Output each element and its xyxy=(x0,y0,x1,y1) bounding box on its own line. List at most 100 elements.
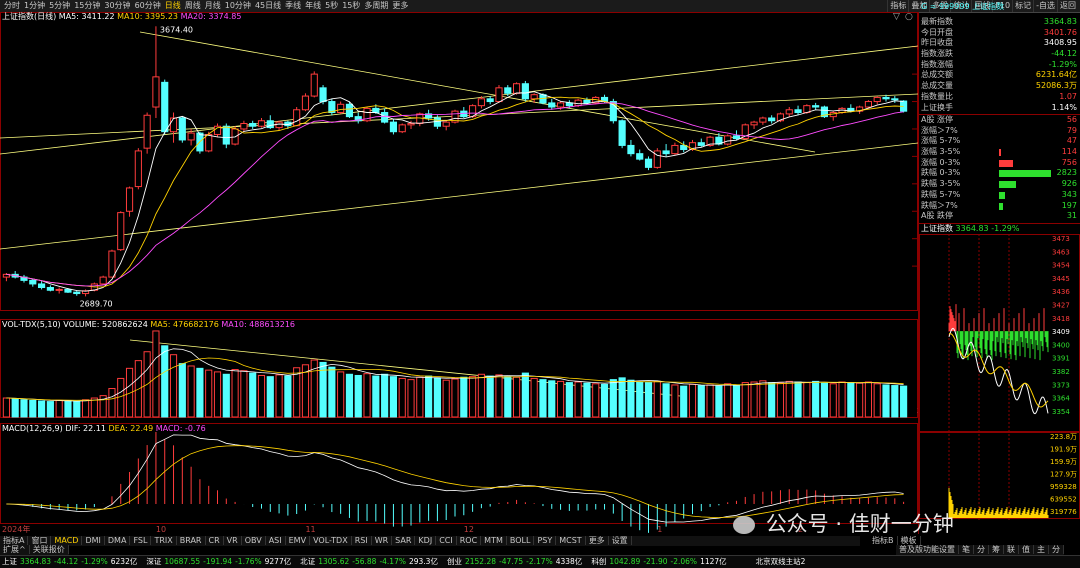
indicator-tab[interactable]: VR xyxy=(224,536,242,545)
candle xyxy=(671,142,679,156)
toolbar-button[interactable]: -自选 xyxy=(1033,0,1057,12)
extra-tab[interactable]: 扩展^ xyxy=(0,545,30,554)
indicator-tab[interactable]: TRIX xyxy=(151,536,177,545)
indicator-tab[interactable]: MTM xyxy=(481,536,507,545)
x-axis-label: 12 xyxy=(464,525,474,534)
indicator-tab[interactable]: 设置 xyxy=(609,536,632,545)
status-field: 北证 xyxy=(300,557,316,566)
period-tab[interactable]: 15秒 xyxy=(340,0,362,12)
breadth-value: 2823 xyxy=(1056,168,1077,178)
quote-value: 52086.3万 xyxy=(1035,81,1077,91)
chart-area[interactable]: 3600350034003300320031003000290028003674… xyxy=(0,12,918,534)
toolbar-button[interactable]: 指标 xyxy=(887,0,908,12)
indicator-tab[interactable]: WR xyxy=(372,536,393,545)
period-tab[interactable]: 1分钟 xyxy=(22,0,47,12)
status-index[interactable]: 创业 2152.28 -47.75 -2.17% 4338亿 xyxy=(447,557,585,566)
chart-close-icon[interactable]: ○ xyxy=(905,12,913,22)
period-tab[interactable]: 多周期 xyxy=(362,0,390,12)
period-tab[interactable]: 月线 xyxy=(203,0,223,12)
indicator-tab[interactable]: CR xyxy=(206,536,224,545)
volume-bar xyxy=(407,379,415,418)
index-code[interactable]: G = 999999 上证指数 xyxy=(921,2,1004,12)
candle xyxy=(99,275,107,286)
feature-tab[interactable]: 笔 xyxy=(959,545,974,554)
period-tab[interactable]: 15分钟 xyxy=(72,0,102,12)
period-tab[interactable]: 周线 xyxy=(183,0,203,12)
status-index[interactable]: 深证 10687.55 -191.94 -1.76% 9277亿 xyxy=(146,557,294,566)
extra-tab[interactable]: 关联报价 xyxy=(30,545,69,554)
period-tab[interactable]: 更多 xyxy=(390,0,410,12)
vol-ma10-label: MA10: 488613216 xyxy=(221,320,295,329)
indicator-tab[interactable]: SAR xyxy=(392,536,416,545)
volume-bar xyxy=(460,376,468,418)
quote-key: 最新指数 xyxy=(921,17,953,26)
volume-bar xyxy=(90,397,98,418)
period-tab[interactable]: 年线 xyxy=(303,0,323,12)
indicator-tab[interactable]: ASI xyxy=(266,536,286,545)
indicator-tab[interactable]: FSL xyxy=(130,536,152,545)
breadth-key: 涨幅 5-7% xyxy=(921,136,961,146)
toolbar-button[interactable]: 标记 xyxy=(1012,0,1033,12)
indicator-tab[interactable]: KDJ xyxy=(415,536,437,545)
indicator-tab[interactable]: VOL-TDX xyxy=(310,536,352,545)
quote-row: 今日开盘 3401.76 xyxy=(919,28,1080,39)
period-tab[interactable]: 季线 xyxy=(283,0,303,12)
breadth-value: 756 xyxy=(1061,157,1077,167)
indicator-tabs: 指标A 窗口 MACD DMI DMA FSL TRIX BRAR CR VR OBV ASI EMV V… xyxy=(0,536,860,546)
volume-bar xyxy=(20,399,28,418)
indicator-tab[interactable]: 更多 xyxy=(586,536,609,545)
candle xyxy=(161,79,169,135)
status-field: 3364.83 xyxy=(20,557,52,566)
period-tab[interactable]: 60分钟 xyxy=(133,0,163,12)
candle xyxy=(829,111,837,121)
period-tab[interactable]: 10分钟 xyxy=(223,0,253,12)
candle xyxy=(750,120,758,129)
indicator-tab[interactable]: CCI xyxy=(436,536,457,545)
feature-tab[interactable]: 普及版功能设置 xyxy=(896,545,959,554)
volume-bar xyxy=(389,376,398,418)
breadth-bar xyxy=(999,191,1005,199)
period-tab[interactable]: 5秒 xyxy=(323,0,340,12)
period-tab[interactable]: 日线 xyxy=(163,0,183,12)
status-index[interactable]: 北证 1305.62 -56.88 -4.17% 293.3亿 xyxy=(300,557,441,566)
volume-bar xyxy=(504,376,512,418)
quote-value: 6231.64亿 xyxy=(1035,70,1077,80)
status-index[interactable]: 科创 1042.89 -21.90 -2.06% 1127亿 xyxy=(591,557,729,566)
candle xyxy=(662,144,670,157)
feature-tab[interactable]: 分 xyxy=(1049,545,1064,554)
breadth-bar xyxy=(999,181,1016,189)
period-tab[interactable]: 45日线 xyxy=(253,0,283,12)
indicator-tab[interactable]: PSY xyxy=(534,536,557,545)
indicator-tab[interactable]: DMI xyxy=(82,536,105,545)
feature-tab[interactable]: 主 xyxy=(1034,545,1049,554)
feature-tab[interactable]: 值 xyxy=(1019,545,1034,554)
indicator-tab[interactable]: RSI xyxy=(352,536,372,545)
feature-tab[interactable]: 联 xyxy=(1004,545,1019,554)
period-tab[interactable]: 30分钟 xyxy=(102,0,132,12)
candle xyxy=(301,93,310,112)
indicator-tab[interactable]: BRAR xyxy=(177,536,206,545)
feature-tab[interactable]: 筹 xyxy=(989,545,1004,554)
indicator-tab[interactable]: 指标A xyxy=(0,536,29,545)
chart-settings-icon[interactable]: ▽ xyxy=(893,12,900,22)
breadth-row: 跌幅 0-3% 2823 xyxy=(919,168,1080,179)
volume-bar xyxy=(425,375,433,418)
toolbar-button[interactable]: 返回 xyxy=(1057,0,1078,12)
indicator-tab[interactable]: BOLL xyxy=(507,536,535,545)
quote-row: 指数涨幅 -1.29% xyxy=(919,60,1080,71)
indicator-tab[interactable]: OBV xyxy=(242,536,266,545)
indicator-tab[interactable]: 窗口 xyxy=(28,536,52,545)
status-index[interactable]: 上证 3364.83 -44.12 -1.29% 6232亿 xyxy=(2,557,140,566)
indicator-tab[interactable]: ROC xyxy=(457,536,482,545)
indicator-tab[interactable]: MCST xyxy=(556,536,586,545)
mini-chart[interactable]: 3473 3463 3454 3445 3436 3427 3418 3409 3400 3391… xyxy=(919,234,1080,522)
period-tab[interactable]: 5分钟 xyxy=(47,0,72,12)
volume-bar xyxy=(381,373,389,418)
period-tab[interactable]: 分时 xyxy=(2,0,22,12)
indicator-tab[interactable]: MACD xyxy=(51,536,83,545)
indicator-tab[interactable]: EMV xyxy=(286,536,311,545)
main-title: 上证指数(日线) xyxy=(2,12,57,21)
feature-tab[interactable]: 分 xyxy=(974,545,989,554)
indicator-tab[interactable]: DMA xyxy=(105,536,131,545)
candle xyxy=(275,120,283,131)
